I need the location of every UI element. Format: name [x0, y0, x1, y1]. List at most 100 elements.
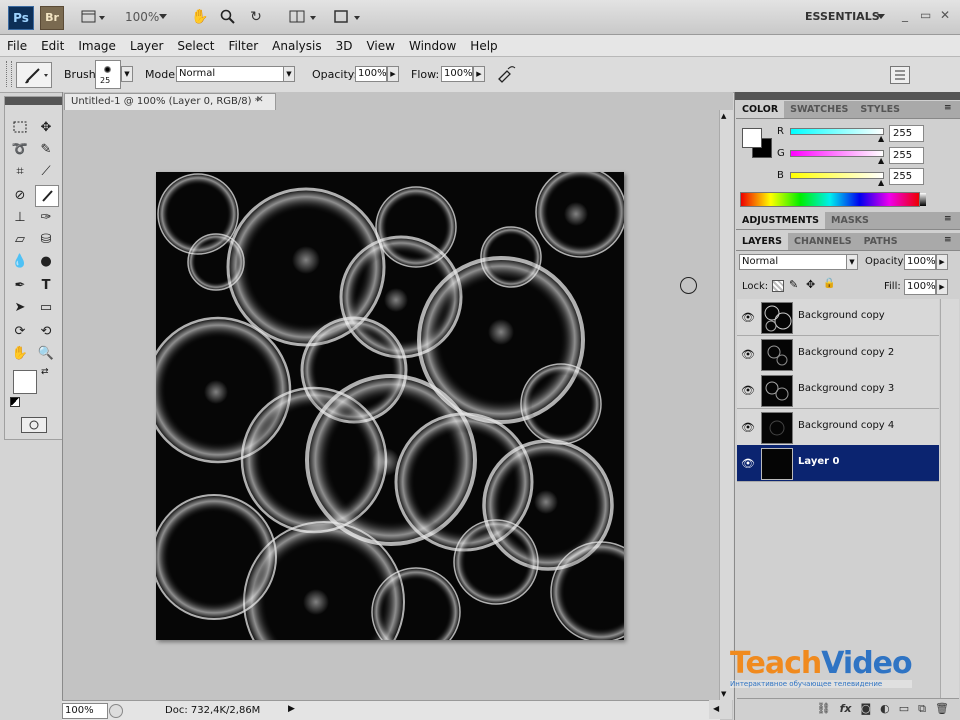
fill-input[interactable]: 100%: [904, 279, 936, 295]
hand-tool-icon[interactable]: ✋: [190, 8, 210, 26]
path-selection-tool-icon[interactable]: ➤: [9, 297, 31, 317]
status-info-icon[interactable]: [109, 704, 123, 718]
foreground-color-swatch[interactable]: [13, 370, 37, 394]
status-menu-arrow-icon[interactable]: ▶: [288, 704, 295, 714]
blend-mode-select[interactable]: Normal: [739, 254, 847, 270]
mode-select[interactable]: Normal: [176, 66, 286, 82]
menu-window[interactable]: Window: [402, 39, 463, 53]
image-canvas[interactable]: [156, 172, 624, 640]
marquee-tool-icon[interactable]: [9, 117, 31, 137]
b-value-input[interactable]: 255: [889, 168, 924, 185]
scroll-up-icon[interactable]: ▲: [721, 112, 726, 120]
g-value-input[interactable]: 255: [889, 147, 924, 164]
blur-tool-icon[interactable]: 💧: [9, 251, 31, 271]
default-colors-icon[interactable]: [10, 397, 20, 407]
visibility-eye-icon[interactable]: 👁: [741, 384, 755, 397]
dodge-tool-icon[interactable]: ●: [35, 251, 57, 271]
swap-colors-icon[interactable]: ⇄: [41, 367, 49, 377]
new-group-icon[interactable]: ▭: [899, 702, 909, 715]
minimize-button[interactable]: _: [902, 8, 908, 22]
3d-orbit-tool-icon[interactable]: ⟲: [35, 321, 57, 341]
layer-opacity-toggle[interactable]: ▶: [936, 254, 948, 270]
shape-tool-icon[interactable]: ▭: [35, 297, 57, 317]
tab-swatches[interactable]: SWATCHES: [784, 101, 854, 118]
b-slider[interactable]: [790, 172, 884, 179]
document-close-icon[interactable]: ✕: [256, 95, 264, 105]
tools-panel-header[interactable]: [5, 97, 63, 105]
bridge-button[interactable]: Br: [40, 6, 64, 30]
quick-selection-tool-icon[interactable]: ✎: [35, 139, 57, 159]
scroll-down-icon[interactable]: ▼: [721, 690, 726, 698]
flow-slider-toggle[interactable]: ▶: [473, 66, 485, 82]
view-extras-icon[interactable]: [78, 8, 108, 26]
opacity-slider-toggle[interactable]: ▶: [387, 66, 399, 82]
rotate-view-icon[interactable]: ↻: [246, 8, 266, 26]
visibility-eye-icon[interactable]: 👁: [741, 311, 755, 324]
eyedropper-tool-icon[interactable]: ⟋: [35, 161, 57, 181]
options-grip[interactable]: [6, 61, 12, 87]
g-slider-thumb[interactable]: ▲: [878, 156, 884, 165]
adjustments-panel-menu-icon[interactable]: ≡: [944, 214, 952, 224]
tab-color[interactable]: COLOR: [736, 101, 785, 118]
new-layer-icon[interactable]: ⧉: [918, 702, 926, 716]
layer-opacity-input[interactable]: 100%: [904, 254, 936, 270]
crop-tool-icon[interactable]: ⌗: [9, 161, 31, 181]
arrange-documents-icon[interactable]: [286, 8, 322, 26]
menu-layer[interactable]: Layer: [123, 39, 170, 53]
screen-mode-icon[interactable]: [330, 8, 366, 26]
g-slider[interactable]: [790, 150, 884, 157]
3d-rotate-tool-icon[interactable]: ⟳: [9, 321, 31, 341]
layer-row-selected[interactable]: 👁 Layer 0: [737, 445, 939, 482]
adjustment-layer-icon[interactable]: ◐: [880, 702, 890, 715]
zoom-status-input[interactable]: 100%: [62, 703, 108, 719]
color-spectrum-ramp[interactable]: [740, 192, 926, 207]
brush-panel-toggle-icon[interactable]: [890, 66, 910, 84]
tab-paths[interactable]: PATHS: [858, 233, 904, 250]
scroll-left-icon[interactable]: ◀: [713, 704, 719, 713]
zoom-tool-icon[interactable]: 🔍: [35, 343, 57, 363]
document-tab[interactable]: Untitled-1 @ 100% (Layer 0, RGB/8) *: [64, 93, 276, 110]
opacity-input[interactable]: 100%: [355, 66, 387, 82]
tab-styles[interactable]: STYLES: [854, 101, 906, 118]
r-value-input[interactable]: 255: [889, 125, 924, 142]
mode-dropdown-icon[interactable]: ▼: [283, 66, 295, 82]
flow-input[interactable]: 100%: [441, 66, 473, 82]
brush-preset-picker[interactable]: 25: [95, 60, 121, 89]
lock-pixels-icon[interactable]: ✎: [789, 278, 798, 291]
visibility-eye-icon[interactable]: 👁: [741, 457, 755, 470]
quick-mask-icon[interactable]: [21, 417, 47, 433]
menu-file[interactable]: File: [0, 39, 34, 53]
pen-tool-icon[interactable]: ✒: [9, 275, 31, 295]
link-layers-icon[interactable]: ⛓: [817, 702, 831, 715]
layers-scrollbar[interactable]: [940, 299, 959, 698]
tab-layers[interactable]: LAYERS: [736, 233, 789, 250]
hand-tool-icon[interactable]: ✋: [9, 343, 31, 363]
layer-row[interactable]: 👁 Background copy: [737, 299, 939, 336]
vertical-scrollbar[interactable]: ▲ ▼: [719, 110, 733, 700]
brush-tool-icon[interactable]: [35, 185, 59, 207]
menu-3d[interactable]: 3D: [329, 39, 360, 53]
tool-preset-picker[interactable]: [16, 62, 52, 88]
lock-position-icon[interactable]: ✥: [806, 278, 815, 291]
clone-stamp-tool-icon[interactable]: ⊥: [9, 207, 31, 227]
type-tool-icon[interactable]: T: [35, 275, 57, 295]
r-slider[interactable]: [790, 128, 884, 135]
paint-bucket-tool-icon[interactable]: ⛁: [35, 229, 57, 249]
workspace-switcher[interactable]: ESSENTIALS: [805, 10, 880, 23]
lock-transparency-icon[interactable]: [772, 280, 784, 292]
close-button[interactable]: ✕: [940, 8, 950, 22]
visibility-eye-icon[interactable]: 👁: [741, 348, 755, 361]
tab-adjustments[interactable]: ADJUSTMENTS: [736, 212, 826, 229]
menu-help[interactable]: Help: [463, 39, 504, 53]
delete-layer-icon[interactable]: 🗑: [935, 702, 949, 715]
zoom-level[interactable]: 100%: [125, 10, 159, 24]
horizontal-scroll-right[interactable]: ◀: [709, 700, 732, 719]
menu-analysis[interactable]: Analysis: [265, 39, 328, 53]
add-mask-icon[interactable]: ◙: [860, 702, 871, 715]
r-slider-thumb[interactable]: ▲: [878, 134, 884, 143]
brush-picker-dropdown[interactable]: ▼: [121, 66, 133, 82]
layers-panel-menu-icon[interactable]: ≡: [944, 235, 952, 245]
b-slider-thumb[interactable]: ▲: [878, 178, 884, 187]
menu-edit[interactable]: Edit: [34, 39, 71, 53]
menu-filter[interactable]: Filter: [221, 39, 265, 53]
